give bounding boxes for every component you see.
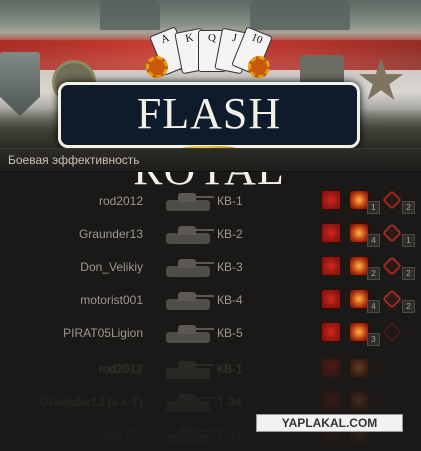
player-name[interactable]: Don_Velikiy bbox=[80, 260, 143, 274]
hit-count-badge: 4 bbox=[367, 300, 380, 313]
poker-chip-icon bbox=[248, 56, 270, 78]
block-count-badge: 1 bbox=[402, 234, 415, 247]
tank-icon bbox=[162, 320, 214, 346]
tank-name: Т-34 bbox=[217, 395, 242, 409]
tank-icon bbox=[162, 356, 214, 382]
hit-count-badge: 4 bbox=[367, 234, 380, 247]
list-item[interactable]: rod2012 КВ-1 1 2 bbox=[0, 184, 421, 217]
hit-achievement-icon[interactable] bbox=[349, 322, 369, 342]
block-count-badge: 2 bbox=[402, 300, 415, 313]
player-name[interactable]: Graunder13 (x-x-T) bbox=[40, 395, 143, 409]
tank-icon bbox=[162, 254, 214, 280]
section-title: Боевая эффективность bbox=[8, 153, 140, 167]
damage-achievement-icon[interactable] bbox=[321, 391, 341, 411]
block-achievement-icon[interactable] bbox=[382, 190, 402, 210]
list-item[interactable]: rod2012 КВ-1 bbox=[0, 352, 421, 385]
damage-achievement-icon[interactable] bbox=[321, 289, 341, 309]
damage-achievement-icon[interactable] bbox=[321, 322, 341, 342]
hit-achievement-icon[interactable] bbox=[349, 289, 369, 309]
hit-achievement-icon[interactable] bbox=[349, 391, 369, 411]
tank-icon bbox=[162, 188, 214, 214]
hit-achievement-icon[interactable] bbox=[349, 256, 369, 276]
player-name[interactable]: rod2012 bbox=[99, 194, 143, 208]
tank-name: КВ-2 bbox=[217, 227, 243, 241]
player-name[interactable]: PIRAT05Ligion bbox=[63, 326, 143, 340]
hit-count-badge: 3 bbox=[367, 333, 380, 346]
tank-name: КВ-1 bbox=[217, 362, 243, 376]
logo-text: FLASH ROYAL bbox=[133, 89, 284, 194]
damage-achievement-icon[interactable] bbox=[321, 190, 341, 210]
tank-name: КВ-3 bbox=[217, 260, 243, 274]
hit-achievement-icon[interactable] bbox=[349, 190, 369, 210]
tank-name: КВ-4 bbox=[217, 293, 243, 307]
block-achievement-icon[interactable] bbox=[382, 223, 402, 243]
block-count-badge: 2 bbox=[402, 201, 415, 214]
tank-icon bbox=[162, 287, 214, 313]
tank-icon bbox=[162, 221, 214, 247]
tank-icon bbox=[162, 389, 214, 415]
watermark: YAPLAKAL.COM bbox=[256, 414, 403, 432]
player-name[interactable]: Graunder13 bbox=[79, 227, 143, 241]
shield-medal-icon[interactable] bbox=[0, 52, 40, 116]
tank-name: КВ-5 bbox=[217, 326, 243, 340]
block-achievement-icon[interactable] bbox=[382, 289, 402, 309]
player-name[interactable]: Volto720 bbox=[96, 428, 143, 442]
poker-chip-icon bbox=[146, 56, 168, 78]
hit-count-badge: 1 bbox=[367, 201, 380, 214]
player-name[interactable]: rod2012 bbox=[99, 362, 143, 376]
block-achievement-icon[interactable] bbox=[382, 322, 402, 342]
tank-icon bbox=[162, 422, 214, 448]
list-item[interactable]: Don_Velikiy КВ-3 2 2 bbox=[0, 250, 421, 283]
damage-achievement-icon[interactable] bbox=[321, 256, 341, 276]
list-item[interactable]: PIRAT05Ligion КВ-5 3 bbox=[0, 316, 421, 349]
list-item[interactable]: Graunder13 КВ-2 4 1 bbox=[0, 217, 421, 250]
list-item[interactable]: motorist001 КВ-4 4 2 bbox=[0, 283, 421, 316]
tank-name: Т-44 bbox=[217, 428, 242, 442]
damage-achievement-icon[interactable] bbox=[321, 358, 341, 378]
player-name[interactable]: motorist001 bbox=[80, 293, 143, 307]
block-achievement-icon[interactable] bbox=[382, 256, 402, 276]
block-count-badge: 2 bbox=[402, 267, 415, 280]
hit-achievement-icon[interactable] bbox=[349, 223, 369, 243]
hit-count-badge: 2 bbox=[367, 267, 380, 280]
hit-achievement-icon[interactable] bbox=[349, 358, 369, 378]
section-header: Боевая эффективность bbox=[0, 148, 421, 172]
damage-achievement-icon[interactable] bbox=[321, 223, 341, 243]
tank-name: КВ-1 bbox=[217, 194, 243, 208]
